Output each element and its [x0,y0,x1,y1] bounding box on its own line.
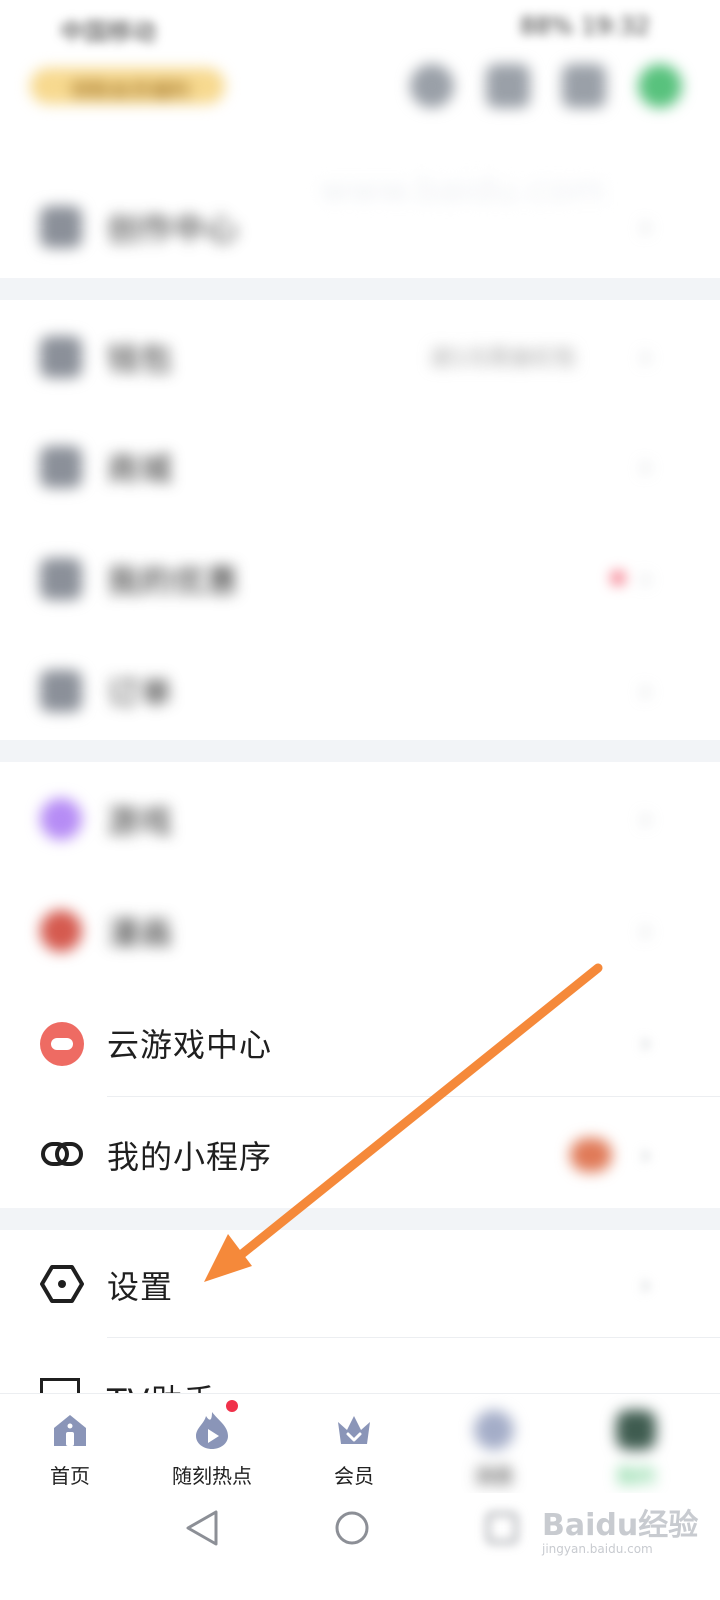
row-creator-center[interactable]: 创作中心 › [0,170,720,280]
wallet-icon [40,336,82,378]
nav-label: 会员 [334,1464,374,1488]
nav-profile[interactable]: 我的 [566,1394,706,1494]
status-bar: 中国移动 88% 19:32 [0,0,720,50]
row-mall[interactable]: 商城 › [0,410,720,520]
baidu-watermark: Baidu经验 jingyan.baidu.com [542,1500,712,1560]
battery-time-text: 88% 19:32 [519,12,650,40]
coupon-icon [40,558,82,600]
nav-label: 消息 [474,1464,514,1488]
comics-icon [40,910,82,952]
mall-icon [40,446,82,488]
message-icon [474,1410,514,1450]
section-divider [0,278,720,300]
row-divider [107,1096,720,1097]
card-icon[interactable] [562,64,606,108]
chevron-right-icon: › [640,802,652,835]
bottom-nav-bar: 首页 随刻热点 会员 消息 我的 [0,1393,720,1493]
row-label: 创作中心 [107,210,240,248]
wallet-promo-text: 送1元现金红包 [430,346,576,371]
nav-label: 随刻热点 [172,1464,252,1488]
row-divider [107,1337,720,1338]
row-label: 我的小程序 [107,1138,273,1176]
home-icon [54,1415,86,1446]
green-badge-icon[interactable] [638,64,682,108]
row-label: 我的优惠 [107,562,240,600]
row-label: 游戏 [107,802,174,840]
chevron-right-icon: › [640,340,652,373]
top-bar: 领取会员福利 [0,50,720,130]
mini-program-thumbnail [570,1138,612,1172]
section-divider [0,1208,720,1230]
row-label: 设置 [107,1268,174,1306]
row-mini-programs[interactable]: 我的小程序 › [0,1098,720,1208]
nav-label: 首页 [50,1464,90,1488]
scan-icon[interactable] [410,64,454,108]
cloud-game-icon [40,1022,84,1066]
chevron-right-icon: › [640,210,652,243]
promo-pill[interactable]: 领取会员福利 [30,68,225,104]
nav-trending[interactable]: 随刻热点 [142,1394,282,1494]
chevron-right-icon: › [640,450,652,483]
watermark-sub: jingyan.baidu.com [542,1542,653,1556]
crown-icon [338,1416,370,1444]
row-cloud-gaming[interactable]: 云游戏中心 › [0,986,720,1096]
fire-play-icon [196,1412,228,1449]
row-wallet[interactable]: 钱包 送1元现金红包 › [0,300,720,410]
nav-home[interactable]: 首页 [0,1394,140,1494]
back-triangle-icon[interactable] [184,1509,220,1547]
row-games[interactable]: 游戏 › [0,762,720,872]
nav-label: 我的 [616,1464,656,1488]
notification-dot [612,572,624,584]
notification-dot [226,1400,238,1412]
grid-icon[interactable] [486,64,530,108]
row-comics[interactable]: 漫画 › [0,874,720,984]
nav-membership[interactable]: 会员 [284,1394,424,1494]
profile-icon [616,1410,656,1450]
chevron-right-icon: › [640,562,652,595]
settings-gear-icon [40,1265,84,1303]
link-chain-icon [41,1142,83,1166]
row-settings[interactable]: 设置 › [0,1228,720,1338]
row-label: 云游戏中心 [107,1026,273,1064]
row-label: 商城 [107,450,174,488]
home-circle-icon[interactable] [334,1510,370,1546]
creator-icon [40,206,82,248]
promo-text: 领取会员福利 [70,78,190,102]
orders-icon [40,670,82,712]
games-icon [40,798,82,840]
row-label: 漫画 [107,914,174,952]
chevron-right-icon: › [640,674,652,707]
watermark-main: Baidu经验 [542,1508,699,1543]
row-coupons[interactable]: 我的优惠 › [0,522,720,632]
section-divider [0,740,720,762]
nav-messages[interactable]: 消息 [424,1394,564,1494]
chevron-right-icon: › [640,1026,652,1059]
chevron-right-icon: › [640,1268,652,1301]
row-label: 钱包 [107,340,174,378]
chevron-right-icon: › [640,914,652,947]
row-label: 订单 [107,674,174,712]
chevron-right-icon: › [640,1138,652,1171]
row-orders[interactable]: 订单 › [0,634,720,744]
recents-square-icon[interactable] [484,1510,520,1546]
carrier-text: 中国移动 [60,18,156,46]
